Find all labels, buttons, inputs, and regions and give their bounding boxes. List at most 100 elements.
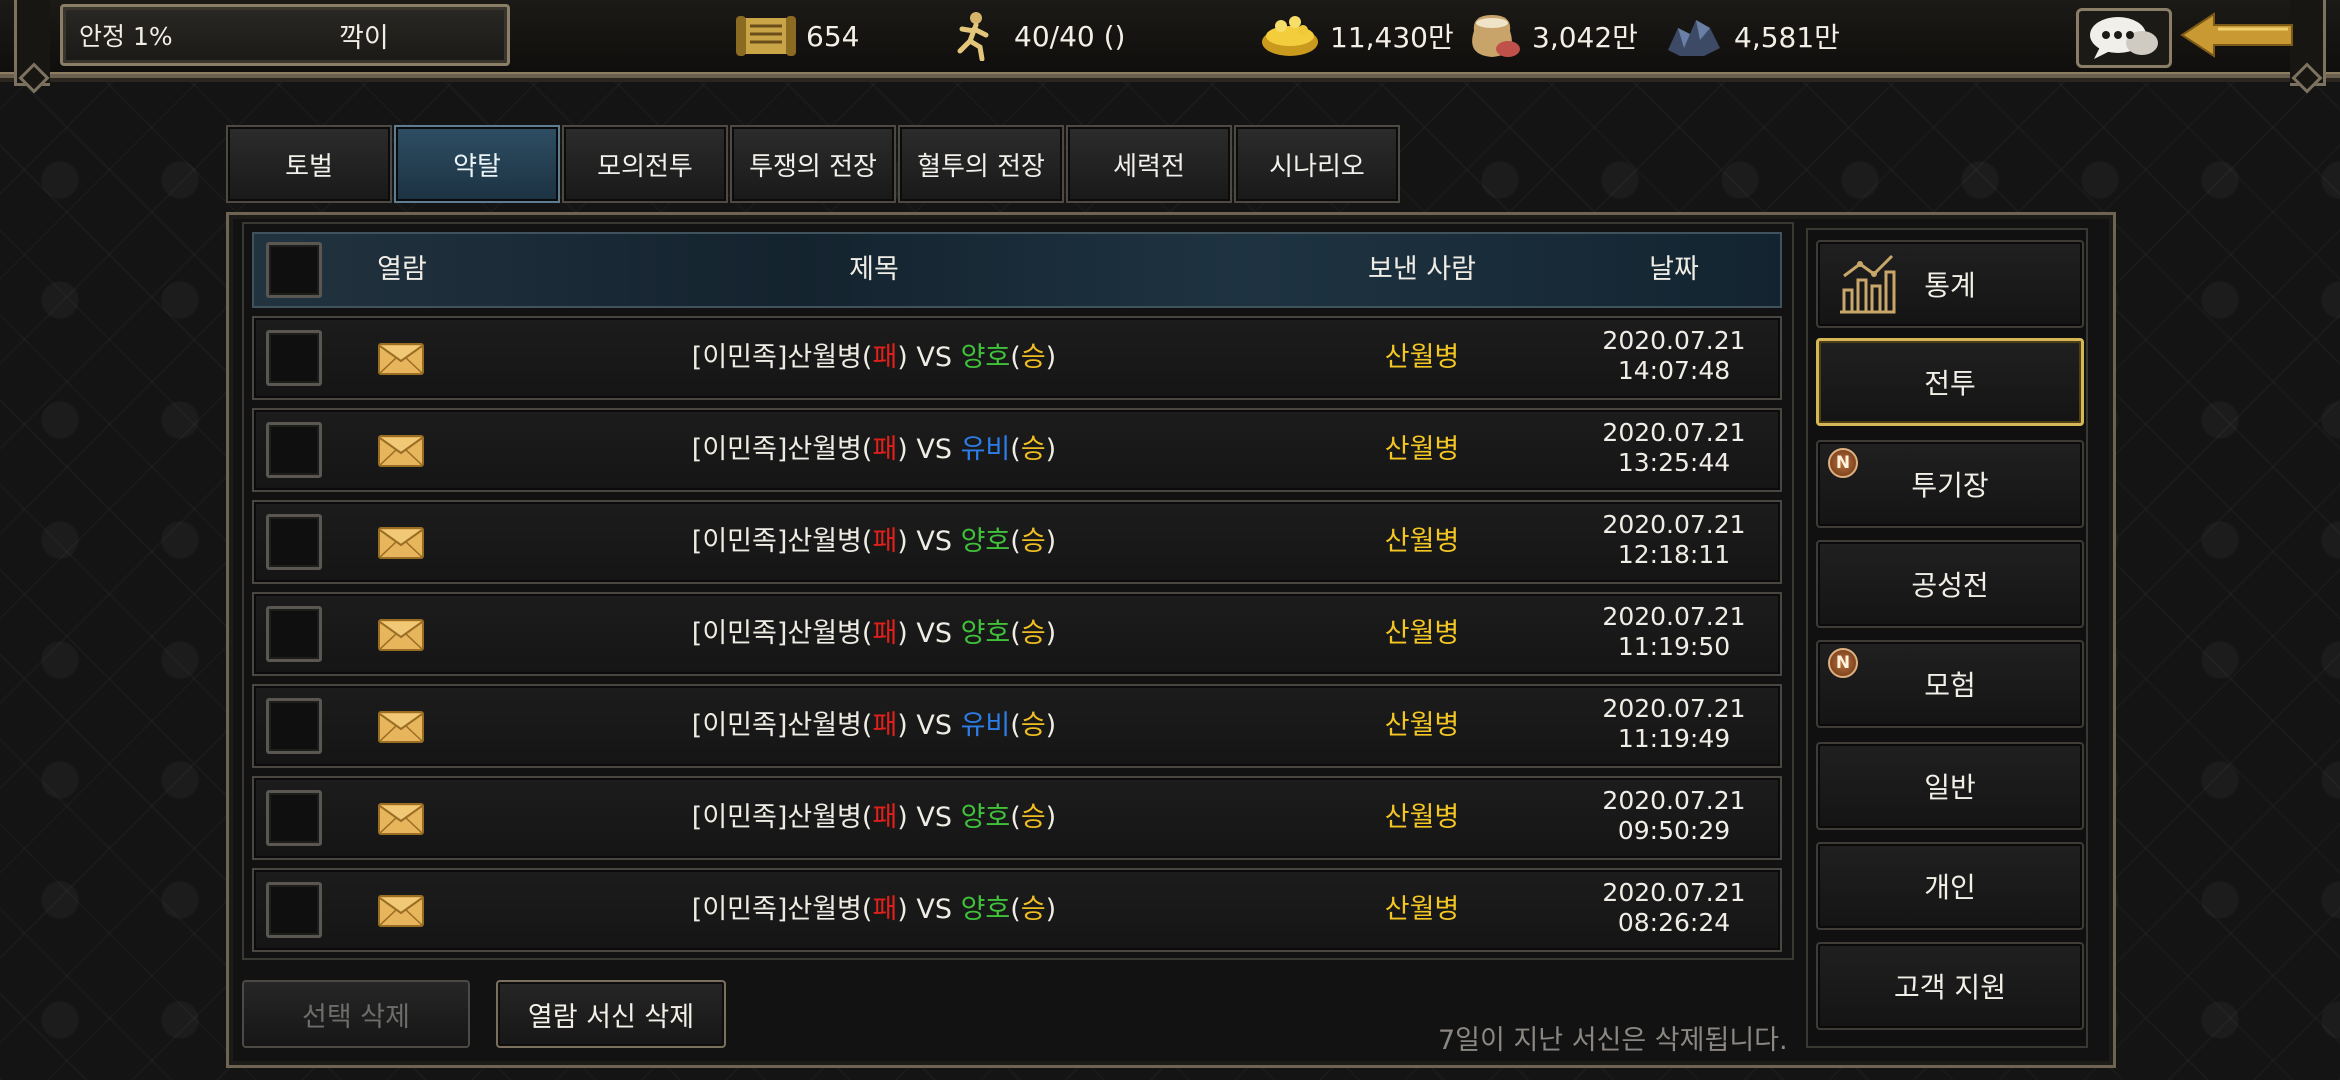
mail-row[interactable]: [이민족]산월병(패) VS 양호(승) 산월병 2020.07.21 09:50… <box>252 776 1782 860</box>
back-button[interactable] <box>2180 12 2294 58</box>
tab-bloody-battlefield[interactable]: 혈투의 전장 <box>898 125 1064 203</box>
mail-date-day: 2020.07.21 <box>1602 878 1746 907</box>
mail-row[interactable]: [이민족]산월병(패) VS 유비(승) 산월병 2020.07.21 11:19… <box>252 684 1782 768</box>
envelope-icon <box>378 803 424 835</box>
tab-faction-war[interactable]: 세력전 <box>1066 125 1232 203</box>
title-prefix: [이민족]산월병( <box>691 526 873 557</box>
running-soldier-icon <box>942 11 1006 61</box>
mail-date-day: 2020.07.21 <box>1602 510 1746 539</box>
row-checkbox[interactable] <box>266 606 322 662</box>
side-siege-button[interactable]: 공성전 <box>1816 540 2084 628</box>
ore-icon <box>1662 11 1726 61</box>
row-checkbox[interactable] <box>266 698 322 754</box>
row-checkbox[interactable] <box>266 422 322 478</box>
table-header: 열람 제목 보낸 사람 날짜 <box>252 232 1782 308</box>
row-checkbox[interactable] <box>266 514 322 570</box>
header-sender: 보낸 사람 <box>1368 254 1476 285</box>
title-prefix: [이민족]산월병( <box>691 342 873 373</box>
mail-row[interactable]: [이민족]산월병(패) VS 유비(승) 산월병 2020.07.21 13:25… <box>252 408 1782 492</box>
side-stats-button[interactable]: 통계 <box>1816 240 2084 328</box>
new-badge: N <box>1828 648 1858 678</box>
side-support-button[interactable]: 고객 지원 <box>1816 942 2084 1030</box>
mail-date: 2020.07.21 12:18:11 <box>1602 510 1745 570</box>
side-label: 통계 <box>1924 269 1976 302</box>
loss-mark: 패 <box>872 342 898 373</box>
side-personal-button[interactable]: 개인 <box>1816 842 2084 930</box>
mail-date-day: 2020.07.21 <box>1602 694 1746 723</box>
food-sack-icon <box>1460 11 1524 61</box>
header-read: 열람 <box>377 254 427 285</box>
resource-value: 4,581만 <box>1734 21 1840 54</box>
side-general-button[interactable]: 일반 <box>1816 742 2084 830</box>
win-mark: 승 <box>1020 342 1046 373</box>
title-paren-open: ( <box>1010 434 1021 465</box>
mail-date-time: 11:19:50 <box>1617 632 1731 661</box>
chat-bubble-icon <box>2090 17 2158 59</box>
title-vs: ) VS <box>897 710 961 741</box>
mail-date: 2020.07.21 08:26:24 <box>1602 878 1745 938</box>
loss-mark: 패 <box>872 802 898 833</box>
row-checkbox[interactable] <box>266 330 322 386</box>
row-checkbox[interactable] <box>266 882 322 938</box>
mail-row[interactable]: [이민족]산월병(패) VS 양호(승) 산월병 2020.07.21 08:26… <box>252 868 1782 952</box>
tab-scenario[interactable]: 시나리오 <box>1234 125 1400 203</box>
side-adventure-button[interactable]: N 모험 <box>1816 640 2084 728</box>
mail-date: 2020.07.21 14:07:48 <box>1602 326 1745 386</box>
loss-mark: 패 <box>872 434 898 465</box>
delete-read-mail-button[interactable]: 열람 서신 삭제 <box>496 980 726 1048</box>
title-paren-open: ( <box>1010 710 1021 741</box>
top-resource-bar: 안정 1% 깍이 654 40/40 () 11,430만 3,042만 4,5… <box>0 0 2340 86</box>
mail-title: [이민족]산월병(패) VS 유비(승) <box>692 410 1056 490</box>
mail-rows: [이민족]산월병(패) VS 양호(승) 산월병 2020.07.21 14:07… <box>252 316 1782 960</box>
mail-row[interactable]: [이민족]산월병(패) VS 양호(승) 산월병 2020.07.21 11:19… <box>252 592 1782 676</box>
mail-title: [이민족]산월병(패) VS 양호(승) <box>692 318 1056 398</box>
title-paren-open: ( <box>1010 894 1021 925</box>
mail-sender: 산월병 <box>1384 434 1460 465</box>
frame-corner-left <box>14 0 50 86</box>
title-paren-open: ( <box>1010 342 1021 373</box>
side-arena-button[interactable]: N 투기장 <box>1816 440 2084 528</box>
select-all-checkbox[interactable] <box>266 242 322 298</box>
mail-title: [이민족]산월병(패) VS 양호(승) <box>692 594 1056 674</box>
tab-mock-battle[interactable]: 모의전투 <box>562 125 728 203</box>
mail-date-time: 12:18:11 <box>1617 540 1731 569</box>
tab-subjugation[interactable]: 토벌 <box>226 125 392 203</box>
resource-scroll[interactable]: 654 <box>734 10 859 62</box>
envelope-icon <box>378 895 424 927</box>
mail-row[interactable]: [이민족]산월병(패) VS 양호(승) 산월병 2020.07.21 14:07… <box>252 316 1782 400</box>
opponent-name: 유비 <box>960 434 1011 465</box>
header-title: 제목 <box>849 254 899 285</box>
tab-plunder[interactable]: 약탈 <box>394 125 560 203</box>
mail-row[interactable]: [이민족]산월병(패) VS 양호(승) 산월병 2020.07.21 12:18… <box>252 500 1782 584</box>
mail-title: [이민족]산월병(패) VS 양호(승) <box>692 502 1056 582</box>
chat-button[interactable] <box>2076 8 2172 68</box>
title-prefix: [이민족]산월병( <box>691 894 873 925</box>
win-mark: 승 <box>1020 710 1046 741</box>
mail-title: [이민족]산월병(패) VS 양호(승) <box>692 778 1056 858</box>
row-checkbox[interactable] <box>266 790 322 846</box>
resource-gold[interactable]: 11,430만 <box>1258 10 1454 62</box>
title-prefix: [이민족]산월병( <box>691 434 873 465</box>
win-mark: 승 <box>1020 434 1046 465</box>
side-label: 투기장 <box>1911 469 1989 502</box>
envelope-icon <box>378 343 424 375</box>
resource-stamina[interactable]: 40/40 () <box>942 10 1125 62</box>
side-battle-button[interactable]: 전투 <box>1816 338 2084 426</box>
status-box[interactable]: 안정 1% 깍이 <box>60 4 510 66</box>
tab-struggle-battlefield[interactable]: 투쟁의 전장 <box>730 125 896 203</box>
resource-ore[interactable]: 4,581만 <box>1662 10 1840 62</box>
title-prefix: [이민족]산월병( <box>691 710 873 741</box>
win-mark: 승 <box>1020 618 1046 649</box>
mail-date-day: 2020.07.21 <box>1602 786 1746 815</box>
title-paren-open: ( <box>1010 618 1021 649</box>
resource-food[interactable]: 3,042만 <box>1460 10 1638 62</box>
mail-date: 2020.07.21 13:25:44 <box>1602 418 1745 478</box>
mail-date-time: 09:50:29 <box>1617 816 1731 845</box>
opponent-name: 양호 <box>960 618 1011 649</box>
mail-title: [이민족]산월병(패) VS 양호(승) <box>692 870 1056 950</box>
title-paren-close: ) <box>1045 526 1057 557</box>
stability-label: 안정 1% <box>79 22 173 51</box>
scroll-icon <box>734 11 798 61</box>
mail-date-time: 13:25:44 <box>1617 448 1731 477</box>
delete-selected-button[interactable]: 선택 삭제 <box>242 980 470 1048</box>
